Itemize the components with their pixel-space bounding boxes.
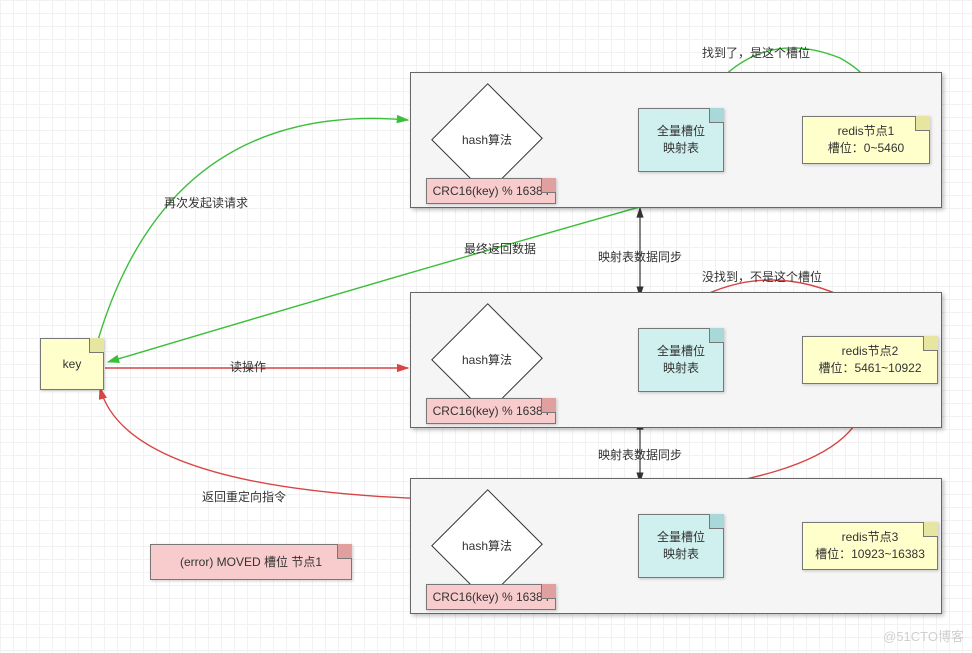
label-found: 找到了，是这个槽位: [702, 44, 810, 61]
label-not-found: 没找到，不是这个槽位: [702, 268, 822, 285]
crc-note-3: CRC16(key) % 16384: [426, 584, 556, 610]
hash-label-2: hash算法: [462, 351, 512, 368]
label-return-data: 最终返回数据: [464, 240, 536, 257]
mapping-l1-3: 全量槽位: [657, 529, 705, 546]
redis-node-3: redis节点3 槽位：10923~16383: [802, 522, 938, 570]
crc-text-3: CRC16(key) % 16384: [433, 589, 550, 606]
label-return-redirect: 返回重定向指令: [202, 488, 286, 505]
mapping-table-2: 全量槽位 映射表: [638, 328, 724, 392]
mapping-l2-1: 映射表: [663, 140, 699, 157]
key-label: key: [63, 356, 82, 373]
error-moved-note: (error) MOVED 槽位 节点1: [150, 544, 352, 580]
label-retry-read: 再次发起读请求: [164, 194, 248, 211]
label-read-op: 读操作: [230, 358, 266, 375]
hash-diamond-3: hash算法: [448, 506, 526, 584]
label-sync-2: 映射表数据同步: [590, 446, 690, 463]
crc-text-2: CRC16(key) % 16384: [433, 403, 550, 420]
node3-l1: redis节点3: [842, 529, 899, 546]
redis-node-1: redis节点1 槽位：0~5460: [802, 116, 930, 164]
crc-text-1: CRC16(key) % 16384: [433, 183, 550, 200]
key-note: key: [40, 338, 104, 390]
hash-label-3: hash算法: [462, 537, 512, 554]
hash-diamond-2: hash算法: [448, 320, 526, 398]
watermark: @51CTO博客: [883, 626, 964, 645]
mapping-l2-3: 映射表: [663, 546, 699, 563]
label-sync-1: 映射表数据同步: [590, 248, 690, 265]
crc-note-1: CRC16(key) % 16384: [426, 178, 556, 204]
mapping-l1-2: 全量槽位: [657, 343, 705, 360]
mapping-table-1: 全量槽位 映射表: [638, 108, 724, 172]
hash-diamond-1: hash算法: [448, 100, 526, 178]
node1-l2: 槽位：0~5460: [828, 140, 904, 157]
error-moved-text: (error) MOVED 槽位 节点1: [180, 554, 322, 571]
crc-note-2: CRC16(key) % 16384: [426, 398, 556, 424]
node3-l2: 槽位：10923~16383: [815, 546, 925, 563]
hash-label-1: hash算法: [462, 131, 512, 148]
node1-l1: redis节点1: [838, 123, 895, 140]
mapping-l1-1: 全量槽位: [657, 123, 705, 140]
redis-node-2: redis节点2 槽位：5461~10922: [802, 336, 938, 384]
node2-l2: 槽位：5461~10922: [818, 360, 921, 377]
node2-l1: redis节点2: [842, 343, 899, 360]
mapping-l2-2: 映射表: [663, 360, 699, 377]
mapping-table-3: 全量槽位 映射表: [638, 514, 724, 578]
